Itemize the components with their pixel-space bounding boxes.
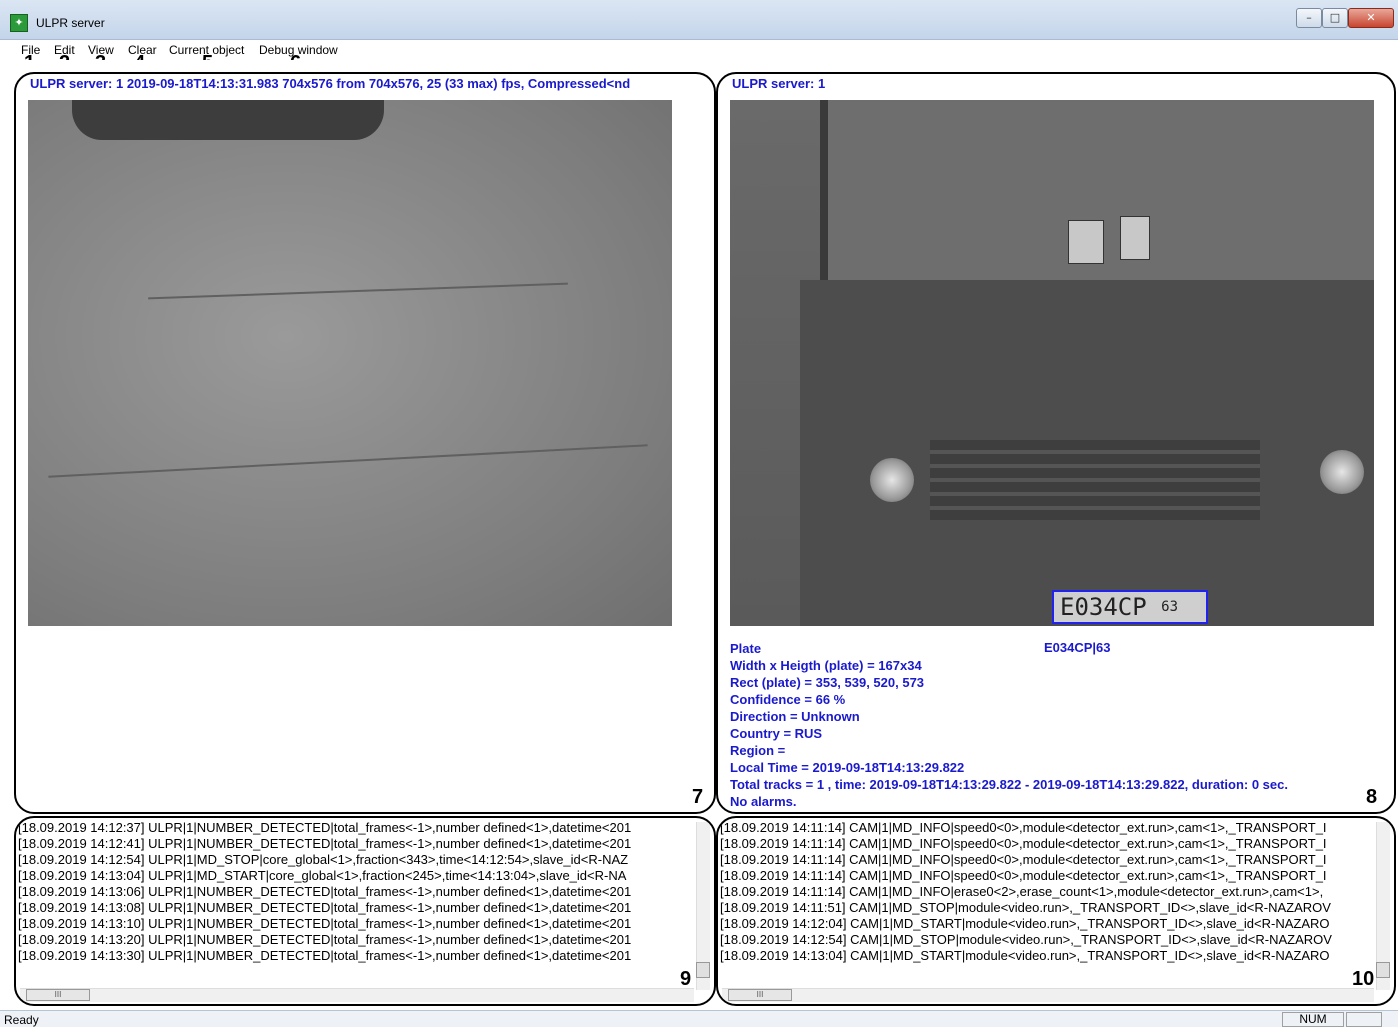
event-log-left[interactable]: [18.09.2019 14:12:37] ULPR|1|NUMBER_DETE… bbox=[18, 820, 696, 964]
live-video-frame[interactable] bbox=[28, 100, 672, 626]
log-line: [18.09.2019 14:11:14] CAM|1|MD_INFO|eras… bbox=[720, 884, 1324, 899]
car-silhouette bbox=[72, 100, 384, 140]
callout-7: 7 bbox=[692, 786, 704, 808]
left-panel-header: ULPR server: 1 2019-09-18T14:13:31.983 7… bbox=[30, 76, 631, 91]
log-line: [18.09.2019 14:11:14] CAM|1|MD_INFO|spee… bbox=[720, 852, 1327, 867]
horizontal-scrollbar[interactable] bbox=[722, 988, 1374, 1002]
h-scroll-thumb[interactable]: III bbox=[26, 989, 90, 1001]
info-line: Direction = Unknown bbox=[730, 709, 860, 724]
info-line: Region = bbox=[730, 743, 786, 758]
log-line: [18.09.2019 14:13:20] ULPR|1|NUMBER_DETE… bbox=[18, 932, 632, 947]
log-panel-right: [18.09.2019 14:11:14] CAM|1|MD_INFO|spee… bbox=[716, 816, 1396, 1006]
plate-image-region: 63 bbox=[1161, 599, 1179, 615]
log-panel-left: [18.09.2019 14:12:37] ULPR|1|NUMBER_DETE… bbox=[14, 816, 716, 1006]
work-area: ULPR server: 1 2019-09-18T14:13:31.983 7… bbox=[0, 60, 1398, 1010]
log-line: [18.09.2019 14:12:54] CAM|1|MD_STOP|modu… bbox=[720, 932, 1332, 947]
title-bar[interactable]: ✦ ULPR server – □ ✕ bbox=[0, 0, 1398, 40]
right-panel-header: ULPR server: 1 bbox=[732, 76, 826, 91]
plate-value: E034CP|63 bbox=[1044, 640, 1111, 655]
video-panel-left: ULPR server: 1 2019-09-18T14:13:31.983 7… bbox=[14, 72, 716, 814]
callout-10: 10 bbox=[1352, 968, 1375, 990]
recognized-frame[interactable]: E034CP 63 bbox=[730, 100, 1374, 626]
road-crack bbox=[48, 444, 648, 478]
log-line: [18.09.2019 14:12:37] ULPR|1|NUMBER_DETE… bbox=[18, 820, 632, 835]
windshield-note bbox=[1068, 220, 1104, 264]
recognition-panel-right: ULPR server: 1 E034CP 63 Plate Width x H… bbox=[716, 72, 1396, 814]
headlight bbox=[1320, 450, 1364, 494]
log-line: [18.09.2019 14:12:41] ULPR|1|NUMBER_DETE… bbox=[18, 836, 632, 851]
headlight bbox=[870, 458, 914, 502]
horizontal-scrollbar[interactable] bbox=[20, 988, 694, 1002]
event-log-right[interactable]: [18.09.2019 14:11:14] CAM|1|MD_INFO|spee… bbox=[720, 820, 1376, 964]
log-line: [18.09.2019 14:13:30] ULPR|1|NUMBER_DETE… bbox=[18, 948, 632, 963]
info-line: Country = RUS bbox=[730, 726, 823, 741]
detected-plate-box: E034CP 63 bbox=[1052, 590, 1208, 624]
log-line: [18.09.2019 14:13:06] ULPR|1|NUMBER_DETE… bbox=[18, 884, 632, 899]
plate-info-list: Plate Width x Heigth (plate) = 167x34 Re… bbox=[730, 640, 1380, 810]
truck-grille bbox=[930, 440, 1260, 520]
app-window: ✦ ULPR server – □ ✕ File Edit View Clear… bbox=[0, 0, 1398, 1027]
log-line: [18.09.2019 14:11:14] CAM|1|MD_INFO|spee… bbox=[720, 820, 1327, 835]
status-bar: Ready NUM bbox=[0, 1010, 1398, 1027]
log-line: [18.09.2019 14:11:14] CAM|1|MD_INFO|spee… bbox=[720, 868, 1327, 883]
log-line: [18.09.2019 14:13:08] ULPR|1|NUMBER_DETE… bbox=[18, 900, 632, 915]
log-line: [18.09.2019 14:13:04] ULPR|1|MD_START|co… bbox=[18, 868, 627, 883]
info-line: No alarms. bbox=[730, 794, 797, 809]
num-lock-indicator: NUM bbox=[1282, 1012, 1344, 1027]
info-line: Total tracks = 1 , time: 2019-09-18T14:1… bbox=[730, 777, 1288, 792]
info-line: Rect (plate) = 353, 539, 520, 573 bbox=[730, 675, 925, 690]
info-line: Confidence = 66 % bbox=[730, 692, 846, 707]
plate-image-number: E034CP bbox=[1060, 593, 1147, 621]
info-line: Local Time = 2019-09-18T14:13:29.822 bbox=[730, 760, 965, 775]
log-line: [18.09.2019 14:13:10] ULPR|1|NUMBER_DETE… bbox=[18, 916, 632, 931]
maximize-button[interactable]: □ bbox=[1322, 8, 1348, 28]
scroll-thumb[interactable] bbox=[1376, 962, 1390, 978]
log-line: [18.09.2019 14:13:04] CAM|1|MD_START|mod… bbox=[720, 948, 1330, 963]
windshield-note bbox=[1120, 216, 1150, 260]
minimize-button[interactable]: – bbox=[1296, 8, 1322, 28]
log-line: [18.09.2019 14:12:54] ULPR|1|MD_STOP|cor… bbox=[18, 852, 629, 867]
log-line: [18.09.2019 14:12:04] CAM|1|MD_START|mod… bbox=[720, 916, 1330, 931]
callout-8: 8 bbox=[1366, 786, 1378, 808]
status-indicator-empty bbox=[1346, 1012, 1382, 1027]
window-title: ULPR server bbox=[36, 16, 105, 30]
callout-9: 9 bbox=[680, 968, 692, 990]
road-crack bbox=[148, 282, 568, 300]
info-line: Width x Heigth (plate) = 167x34 bbox=[730, 658, 922, 673]
status-text: Ready bbox=[4, 1013, 39, 1027]
log-line: [18.09.2019 14:11:14] CAM|1|MD_INFO|spee… bbox=[720, 836, 1327, 851]
scroll-thumb[interactable] bbox=[696, 962, 710, 978]
close-button[interactable]: ✕ bbox=[1348, 8, 1394, 28]
h-scroll-thumb[interactable]: III bbox=[728, 989, 792, 1001]
app-icon: ✦ bbox=[10, 14, 28, 32]
log-line: [18.09.2019 14:11:51] CAM|1|MD_STOP|modu… bbox=[720, 900, 1331, 915]
